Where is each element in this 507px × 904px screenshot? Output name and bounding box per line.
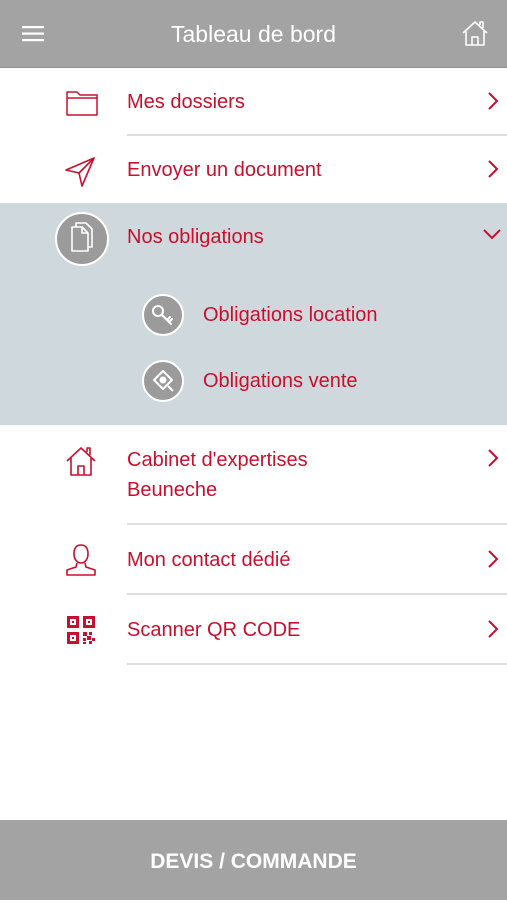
submenu-item-label: Obligations vente — [203, 370, 358, 392]
menu-item-cabinet-expertises[interactable]: Cabinet d'expertises Beuneche — [0, 425, 507, 524]
menu-item-label: Nos obligations — [127, 226, 264, 248]
person-icon — [64, 542, 98, 583]
chevron-right-icon — [486, 158, 500, 180]
menu-item-contact-dedie[interactable]: Mon contact dédié — [0, 525, 507, 593]
home-icon[interactable] — [460, 18, 490, 48]
menu-item-nos-obligations[interactable]: Nos obligations — [0, 203, 507, 273]
menu-item-label: Cabinet d'expertises Beuneche — [127, 449, 308, 501]
obligations-expanded-panel: Nos obligations Obligations location Obl… — [0, 203, 507, 425]
chevron-right-icon — [486, 618, 500, 640]
qr-code-icon — [67, 616, 95, 649]
chevron-right-icon — [486, 90, 500, 112]
submenu-item-obligations-vente[interactable]: Obligations vente — [0, 353, 507, 409]
divider — [127, 663, 507, 665]
menu-item-label: Envoyer un document — [127, 159, 322, 181]
paper-plane-icon — [64, 156, 96, 193]
menu-item-label: Mon contact dédié — [127, 549, 291, 571]
page-title: Tableau de bord — [171, 21, 336, 47]
house-icon — [64, 444, 98, 483]
devis-commande-button[interactable]: DEVIS / COMMANDE — [0, 820, 507, 900]
top-app-bar: Tableau de bord — [0, 0, 507, 68]
submenu-item-label: Obligations location — [203, 304, 378, 326]
menu-item-label: Mes dossiers — [127, 91, 245, 113]
submenu-item-obligations-location[interactable]: Obligations location — [0, 287, 507, 343]
key-icon — [142, 294, 184, 336]
tag-icon — [142, 360, 184, 402]
folder-icon — [66, 88, 98, 121]
menu-item-label: Scanner QR CODE — [127, 619, 301, 641]
menu-item-envoyer-document[interactable]: Envoyer un document — [0, 136, 507, 203]
menu-item-mes-dossiers[interactable]: Mes dossiers — [0, 68, 507, 134]
menu-item-scanner-qr[interactable]: Scanner QR CODE — [0, 595, 507, 663]
chevron-right-icon — [486, 548, 500, 570]
documents-icon — [55, 212, 109, 266]
chevron-down-icon — [482, 227, 502, 241]
chevron-right-icon — [486, 447, 500, 469]
